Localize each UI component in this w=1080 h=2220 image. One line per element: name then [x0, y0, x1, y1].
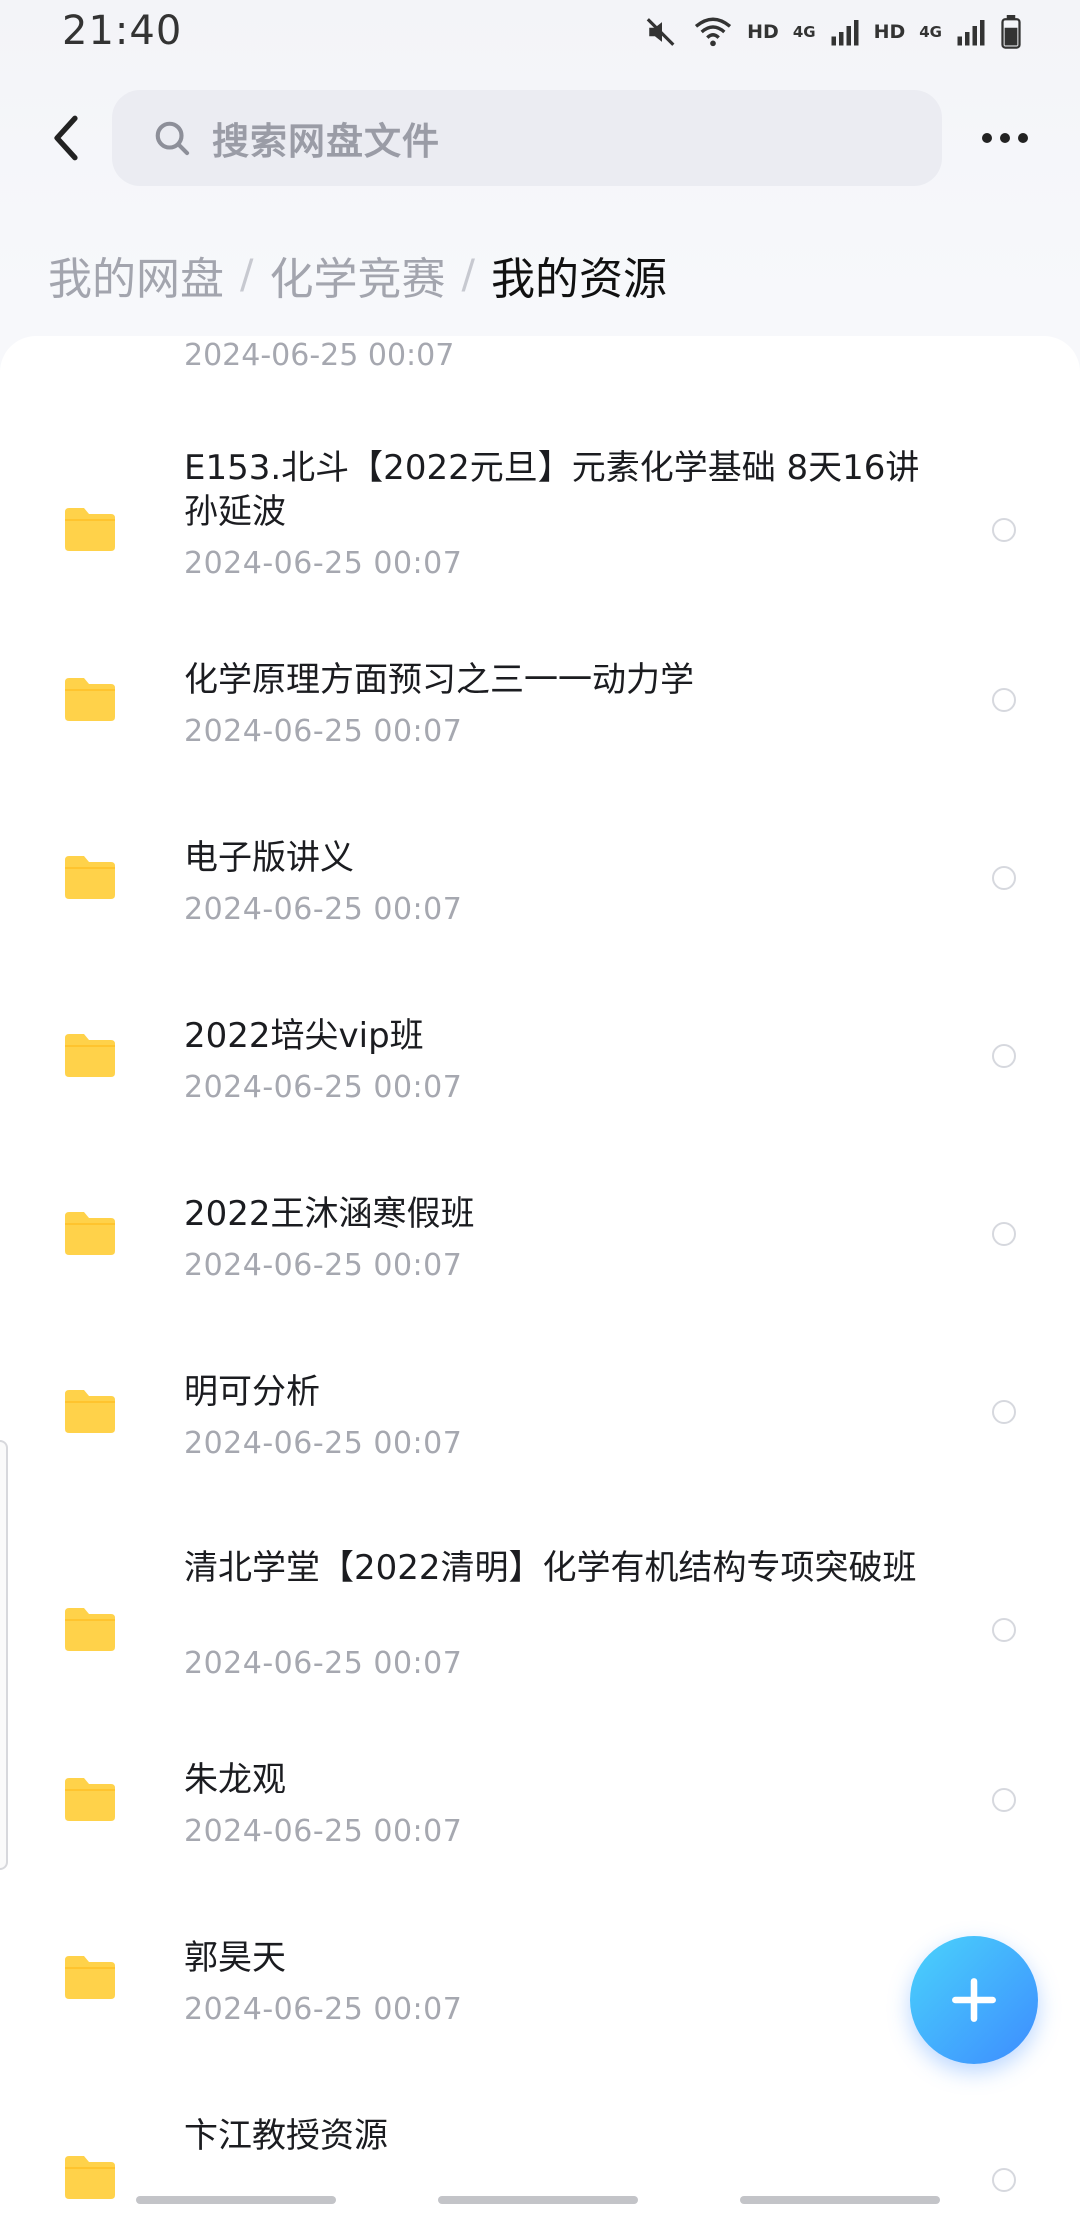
folder-icon	[65, 1212, 115, 1255]
more-dot	[1000, 133, 1010, 143]
file-list-item[interactable]: 清北学堂【2022清明】化学有机结构专项突破班 2024-06-25 00:07	[0, 1546, 1080, 1706]
signal-icon	[830, 17, 860, 47]
file-list-item[interactable]: 2022培尖vip班 2024-06-25 00:07	[0, 1014, 1080, 1134]
select-radio[interactable]	[992, 1044, 1016, 1068]
select-radio[interactable]	[992, 866, 1016, 890]
file-name: 电子版讲义	[184, 838, 354, 878]
folder-icon	[65, 2156, 115, 2199]
file-name: 2022王沐涵寒假班	[184, 1194, 475, 1234]
file-name: 化学原理方面预习之三一一动力学	[184, 660, 694, 700]
chevron-left-icon	[54, 115, 78, 161]
gesture-hint	[438, 2196, 638, 2204]
file-list-item[interactable]: 明可分析 2024-06-25 00:07	[0, 1370, 1080, 1490]
file-list-item[interactable]: E153.北斗【2022元旦】元素化学基础 8天16讲 孙延波 2024-06-…	[0, 446, 1080, 606]
file-list-item[interactable]: 2022王沐涵寒假班 2024-06-25 00:07	[0, 1192, 1080, 1312]
wifi-icon	[693, 15, 733, 49]
file-date: 2024-06-25 00:07	[184, 1248, 463, 1283]
select-radio[interactable]	[992, 1788, 1016, 1812]
file-list-item[interactable]: 电子版讲义 2024-06-25 00:07	[0, 836, 1080, 956]
gesture-hint	[740, 2196, 940, 2204]
gesture-hint	[136, 2196, 336, 2204]
select-radio[interactable]	[992, 2168, 1016, 2192]
more-dot	[982, 133, 992, 143]
more-button[interactable]	[970, 118, 1040, 158]
select-radio[interactable]	[992, 688, 1016, 712]
header: 搜索网盘文件	[0, 88, 1080, 188]
plus-icon	[952, 1978, 996, 2022]
select-radio[interactable]	[992, 1222, 1016, 1246]
file-name: 清北学堂【2022清明】化学有机结构专项突破班	[184, 1548, 917, 1588]
breadcrumb-separator: /	[240, 252, 254, 298]
search-input[interactable]: 搜索网盘文件	[112, 90, 942, 186]
file-name: 郭昊天	[184, 1938, 286, 1978]
breadcrumb: 我的网盘 / 化学竞赛 / 我的资源	[48, 240, 667, 310]
search-icon	[152, 118, 192, 158]
file-name: 2022培尖vip班	[184, 1016, 424, 1056]
folder-icon	[65, 1608, 115, 1651]
hd-indicator-1: HD	[747, 20, 779, 43]
file-name: 卞江教授资源	[184, 2116, 388, 2156]
folder-icon	[65, 1956, 115, 1999]
breadcrumb-item-my-drive[interactable]: 我的网盘	[48, 243, 224, 307]
partial-item-date: 2024-06-25 00:07	[184, 338, 455, 373]
signal-icon	[956, 17, 986, 47]
more-dot	[1018, 133, 1028, 143]
network-type-2: 4G	[919, 23, 942, 41]
hd-indicator-2: HD	[873, 20, 906, 43]
folder-icon	[65, 508, 115, 551]
breadcrumb-item-my-resources: 我的资源	[490, 254, 667, 305]
folder-icon	[65, 1034, 115, 1077]
file-date: 2024-06-25 00:07	[184, 1814, 463, 1849]
file-date: 2024-06-25 00:07	[184, 1646, 463, 1681]
folder-icon	[65, 678, 115, 721]
file-date: 2024-06-25 00:07	[184, 892, 463, 927]
file-date: 2024-06-25 00:07	[184, 1070, 463, 1105]
file-date: 2024-06-25 00:07	[184, 714, 463, 749]
bottom-gesture-bar	[0, 2196, 1080, 2206]
file-list-item[interactable]: 化学原理方面预习之三一一动力学 2024-06-25 00:07	[0, 658, 1080, 778]
select-radio[interactable]	[992, 1400, 1016, 1424]
select-radio[interactable]	[992, 518, 1016, 542]
file-list-item[interactable]: 朱龙观 2024-06-25 00:07	[0, 1758, 1080, 1878]
folder-icon	[65, 1390, 115, 1433]
breadcrumb-separator: /	[461, 252, 475, 298]
file-name: 明可分析	[184, 1372, 320, 1412]
network-type-1: 4G	[792, 23, 816, 41]
file-date: 2024-06-25 00:07	[184, 1426, 463, 1461]
file-name: E153.北斗【2022元旦】元素化学基础 8天16讲 孙延波	[184, 448, 920, 532]
add-button[interactable]	[910, 1936, 1038, 2064]
status-icons: HD 4G HD 4G	[645, 12, 1022, 52]
file-date: 2024-06-25 00:07	[184, 546, 463, 581]
status-time: 21:40	[62, 8, 183, 54]
edge-drawer-handle[interactable]	[0, 1440, 8, 1870]
file-list-panel: 2024-06-25 00:07 E153.北斗【2022元旦】元素化学基础 8…	[0, 336, 1080, 2220]
search-placeholder: 搜索网盘文件	[212, 120, 440, 163]
back-button[interactable]	[36, 108, 96, 168]
battery-icon	[1000, 15, 1022, 49]
folder-icon	[65, 856, 115, 899]
select-radio[interactable]	[992, 1618, 1016, 1642]
folder-icon	[65, 1778, 115, 1821]
screen: 21:40 HD 4G HD 4G 搜索网盘文件 我的网盘 / 化学竞赛 / 我…	[0, 0, 1080, 2220]
file-date: 2024-06-25 00:07	[184, 1992, 463, 2027]
breadcrumb-item-chemistry-competition[interactable]: 化学竞赛	[269, 243, 445, 307]
status-bar: 21:40 HD 4G HD 4G	[0, 0, 1080, 66]
mute-icon	[645, 15, 679, 49]
file-name: 朱龙观	[184, 1760, 286, 1800]
